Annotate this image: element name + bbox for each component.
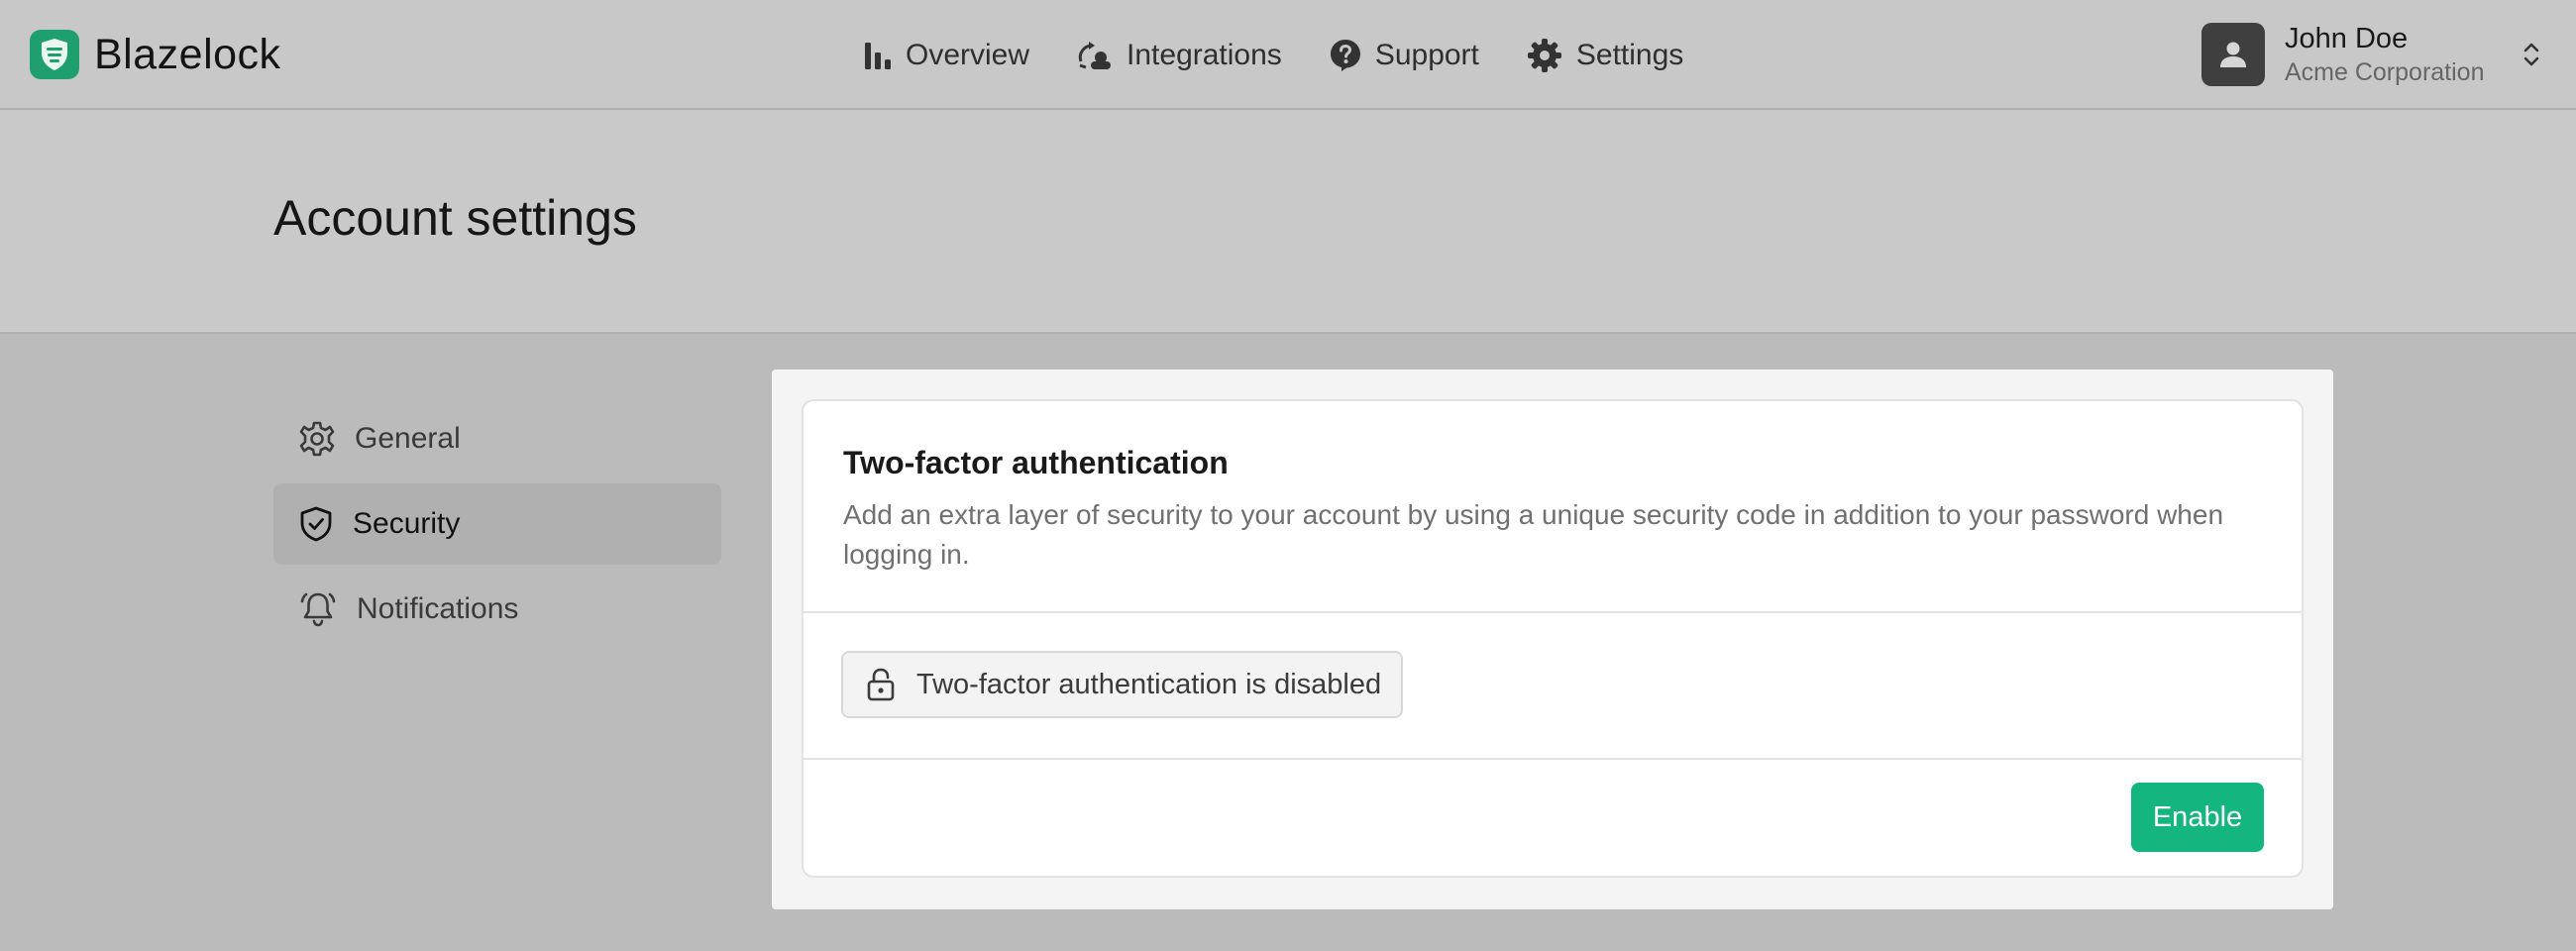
nav-item-overview[interactable]: Overview (864, 30, 1029, 81)
integrations-icon (1078, 42, 1112, 69)
bell-icon (300, 592, 336, 627)
security-panel: Two-factor authentication Add an extra l… (772, 370, 2333, 909)
enable-button[interactable]: Enable (2131, 783, 2264, 852)
sidebar-item-label: General (355, 422, 461, 455)
nav-item-label: Support (1374, 39, 1479, 71)
brand-name: Blazelock (94, 30, 281, 78)
sidebar-item-general[interactable]: General (273, 398, 721, 479)
two-factor-card: Two-factor authentication Add an extra l… (802, 399, 2304, 878)
status-text: Two-factor authentication is disabled (916, 668, 1382, 700)
page-title: Account settings (273, 190, 637, 246)
bar-chart-icon (865, 43, 891, 69)
lock-icon (867, 668, 895, 701)
blazelock-logo-icon (30, 30, 79, 79)
page-header: Account settings (0, 110, 2576, 334)
user-avatar-icon (2201, 23, 2265, 86)
help-bubble-icon (1330, 40, 1360, 71)
nav-item-integrations[interactable]: Integrations (1077, 30, 1282, 81)
sidebar-item-label: Notifications (357, 592, 519, 625)
sidebar-item-security[interactable]: Security (273, 483, 721, 565)
sidebar-item-label: Security (353, 507, 461, 540)
nav-item-label: Integrations (1127, 39, 1282, 71)
shield-check-icon (300, 506, 332, 542)
status-badge: Two-factor authentication is disabled (841, 651, 1404, 718)
card-footer: Enable (804, 760, 2302, 877)
nav-item-settings[interactable]: Settings (1527, 30, 1683, 81)
card-header: Two-factor authentication Add an extra l… (804, 401, 2302, 613)
top-navigation-bar: Blazelock Overview Integrations Support … (0, 0, 2576, 110)
main-nav: Overview Integrations Support Settings (864, 30, 1731, 81)
card-title: Two-factor authentication (843, 445, 1229, 480)
settings-sidebar: General Security Notifications (273, 398, 721, 654)
gear-icon (1527, 39, 1561, 72)
user-name: John Doe (2285, 23, 2409, 54)
user-menu[interactable]: John Doe Acme Corporation (2201, 20, 2540, 89)
card-description: Add an extra layer of security to your a… (843, 499, 2224, 570)
chevron-up-down-icon[interactable] (2522, 41, 2540, 68)
user-organization: Acme Corporation (2285, 58, 2485, 86)
sidebar-item-notifications[interactable]: Notifications (273, 569, 721, 650)
nav-item-support[interactable]: Support (1330, 30, 1479, 81)
nav-item-label: Settings (1575, 39, 1684, 71)
card-body: Two-factor authentication is disabled (804, 613, 2302, 760)
nav-item-label: Overview (906, 39, 1030, 71)
gear-icon (299, 421, 335, 457)
brand[interactable]: Blazelock (30, 30, 281, 79)
